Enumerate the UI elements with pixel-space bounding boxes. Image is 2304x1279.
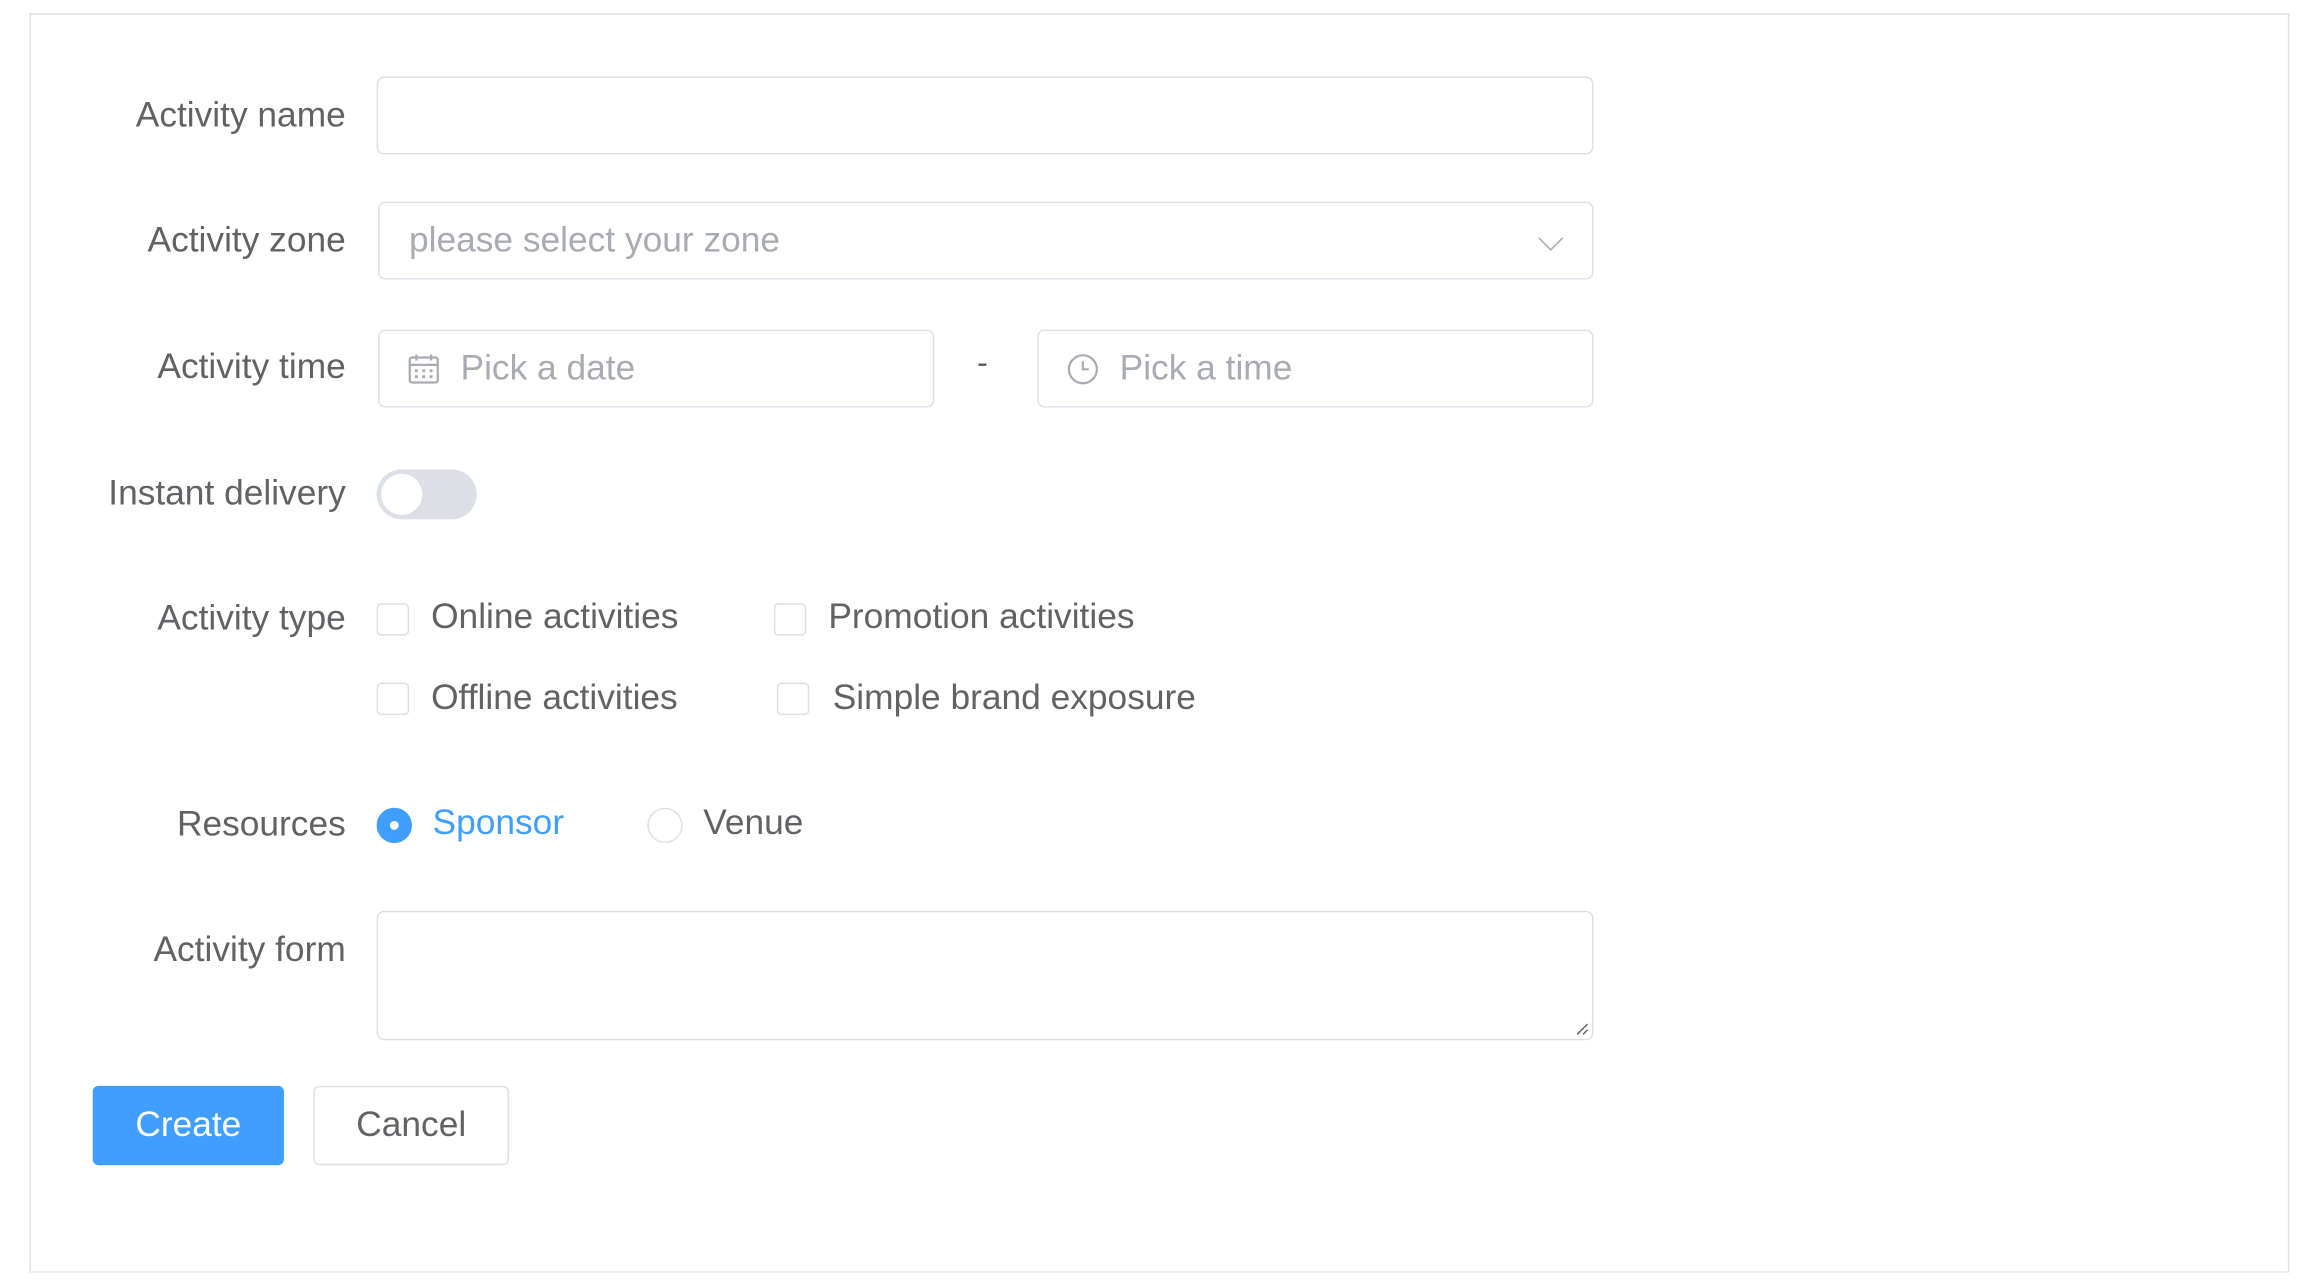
activity-zone-label: Activity zone: [147, 220, 346, 261]
activity-form-textarea[interactable]: [376, 910, 1594, 1041]
radio-label-sponsor[interactable]: Sponsor: [433, 802, 565, 846]
radio-venue[interactable]: [647, 807, 683, 844]
checkbox-promotion-activities[interactable]: [773, 603, 807, 636]
clock-icon: [1067, 354, 1098, 385]
time-separator: -: [976, 344, 988, 382]
activity-zone-placeholder: please select your zone: [409, 220, 781, 261]
chevron-down-icon: [1538, 225, 1564, 251]
activity-type-label: Activity type: [157, 598, 346, 639]
create-button[interactable]: Create: [92, 1085, 284, 1166]
time-placeholder: Pick a time: [1119, 348, 1293, 389]
radio-sponsor[interactable]: [376, 807, 412, 844]
date-placeholder: Pick a date: [460, 348, 636, 389]
checkbox-label-promotion-activities[interactable]: Promotion activities: [828, 596, 1134, 640]
cancel-button[interactable]: Cancel: [313, 1085, 510, 1166]
instant-delivery-switch[interactable]: [376, 469, 477, 520]
resources-label: Resources: [176, 804, 346, 845]
checkbox-label-online-activities[interactable]: Online activities: [431, 596, 678, 640]
time-picker-input[interactable]: Pick a time: [1037, 329, 1594, 408]
resize-handle-icon[interactable]: [1574, 1021, 1589, 1036]
checkbox-label-simple-brand-exposure[interactable]: Simple brand exposure: [833, 677, 1196, 721]
checkbox-offline-activities[interactable]: [376, 682, 410, 716]
activity-name-label: Activity name: [135, 95, 346, 136]
instant-delivery-label: Instant delivery: [108, 473, 346, 514]
switch-knob: [381, 473, 423, 515]
activity-zone-select[interactable]: please select your zone: [378, 201, 1594, 280]
date-picker-input[interactable]: Pick a date: [378, 329, 935, 408]
checkbox-label-offline-activities[interactable]: Offline activities: [431, 677, 678, 721]
radio-label-venue[interactable]: Venue: [703, 802, 803, 846]
activity-form-label: Activity form: [153, 929, 346, 970]
calendar-icon: [408, 354, 439, 384]
activity-name-input[interactable]: [376, 76, 1594, 155]
page: Activity name Activity zone please selec…: [0, 0, 2304, 1279]
checkbox-simple-brand-exposure[interactable]: [776, 682, 810, 716]
activity-time-label: Activity time: [157, 347, 346, 387]
checkbox-online-activities[interactable]: [376, 603, 410, 636]
